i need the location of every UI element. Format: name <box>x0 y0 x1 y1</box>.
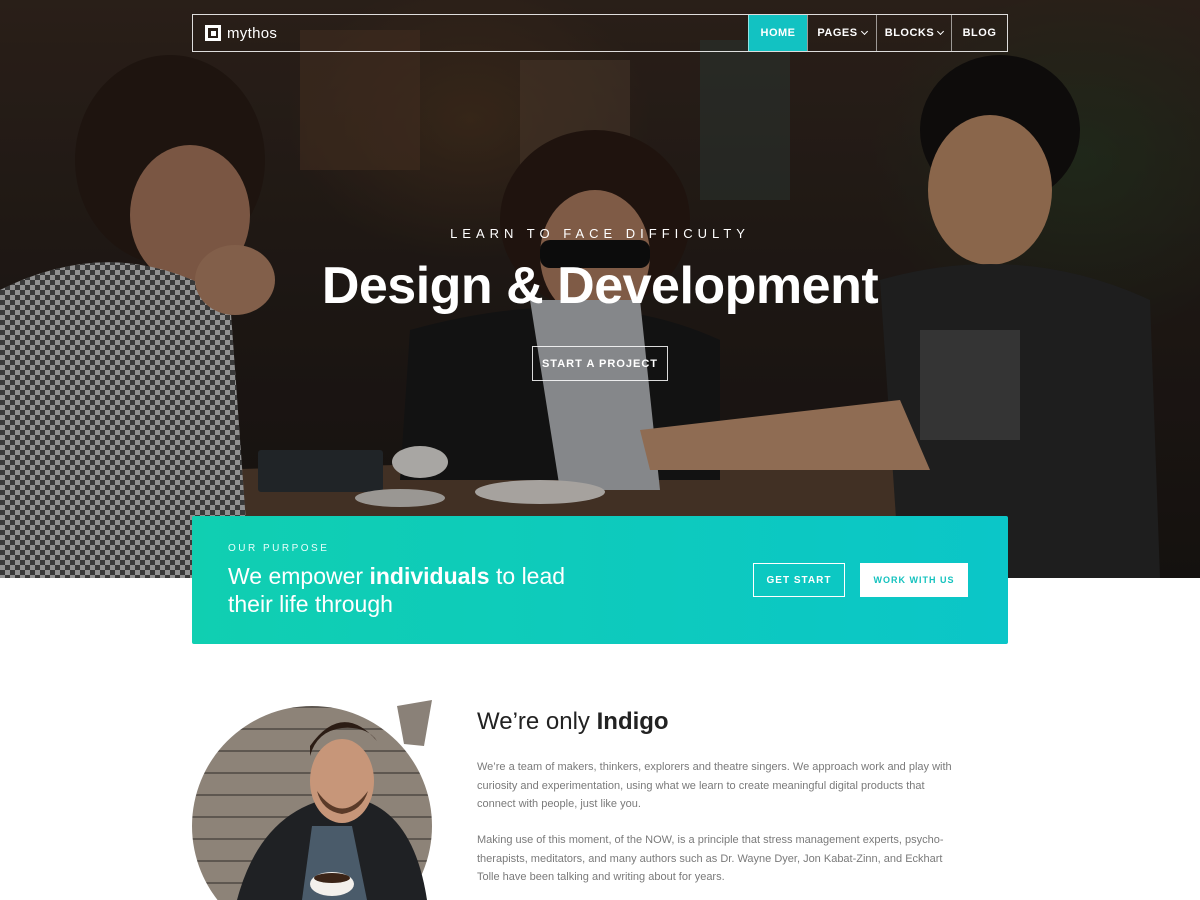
purpose-text-start: We empower <box>228 563 370 589</box>
purpose-text-emphasis: individuals <box>369 563 490 589</box>
purpose-band: OUR PURPOSE We empower individuals to le… <box>192 516 1008 644</box>
start-project-button[interactable]: START A PROJECT <box>532 346 668 381</box>
nav-item-blocks[interactable]: BLOCKS <box>876 15 951 51</box>
purpose-label: OUR PURPOSE <box>228 543 330 554</box>
chevron-down-icon <box>937 27 945 36</box>
about-paragraph-1: We’re a team of makers, thinkers, explor… <box>477 761 952 810</box>
nav-item-label: BLOCKS <box>884 27 935 39</box>
about-title-prefix: We’re only <box>477 708 597 735</box>
top-navigation: mythos HOME PAGES BLOCKS BLOG <box>192 14 1008 52</box>
hero-eyebrow: LEARN TO FACE DIFFICULTY <box>450 226 750 241</box>
hero-title: Design & Development <box>321 257 879 315</box>
brand[interactable]: mythos <box>193 15 748 51</box>
about-title-highlight: Indigo <box>596 708 669 735</box>
nav-item-blog[interactable]: BLOG <box>951 15 1007 51</box>
team-member-portrait <box>192 700 432 900</box>
nav-item-label: PAGES <box>817 27 858 39</box>
brand-logo-icon <box>205 25 221 41</box>
nav-item-pages[interactable]: PAGES <box>807 15 876 51</box>
purpose-statement: We empower individuals to lead their lif… <box>228 562 608 618</box>
nav-menu: HOME PAGES BLOCKS BLOG <box>748 15 1007 51</box>
work-with-us-button[interactable]: WORK WITH US <box>860 563 968 597</box>
about-title: We’re only Indigo <box>477 708 669 736</box>
nav-item-label: BLOG <box>962 27 997 39</box>
about-paragraph-2: Making use of this moment, of the NOW, i… <box>477 834 944 883</box>
chevron-down-icon <box>860 27 868 36</box>
get-start-button[interactable]: GET START <box>753 563 845 597</box>
brand-name: mythos <box>227 24 278 42</box>
nav-item-home[interactable]: HOME <box>748 15 807 51</box>
nav-item-label: HOME <box>760 27 796 39</box>
hero-section: mythos HOME PAGES BLOCKS BLOG LEARN TO F… <box>0 0 1200 578</box>
